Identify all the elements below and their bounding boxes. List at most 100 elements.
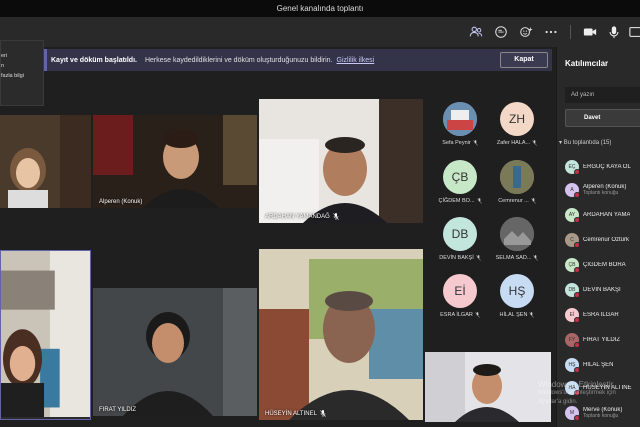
video-tile[interactable] [0,250,91,420]
tile-name: HÜSEYİN ALTINEL [265,410,326,417]
video-tile[interactable] [0,115,91,208]
gallery-participant[interactable]: SELMA SAD... [489,217,545,273]
muted-mic-icon [320,410,326,417]
avatar: Eİ [565,308,580,323]
invite-button[interactable]: Davet [565,109,640,127]
info-line: eri [1,53,8,59]
mic-icon[interactable] [606,24,622,40]
participant-role: Toplantı konuğu [583,413,619,419]
avatar: DB [443,217,477,251]
gallery-name: Cemrenur ... [498,198,529,204]
avatar: DB [565,283,580,298]
participant-row[interactable]: EÇ ERGÜÇ KAYA ÖL [565,157,640,177]
gallery-participant[interactable]: ÇB ÇİĞDEM BO... [432,160,488,216]
participant-row[interactable]: Eİ ESRA İLGAR [565,305,640,325]
window-title: Genel kanalında toplantı [0,0,640,17]
avatar: Eİ [443,274,477,308]
gallery-name: ESRA İLGAR [440,312,473,318]
avatar [443,102,477,136]
avatar: C [565,233,580,248]
participant-row[interactable]: C Cemrenur Öztürk [565,230,640,250]
participant-name: ERGÜÇ KAYA ÖL [583,164,631,170]
camera-icon[interactable] [582,24,598,40]
activation-watermark: Windows'u Etkinleştir Windows'u etkinleş… [538,380,640,407]
avatar [500,217,534,251]
gallery-name: DEVİN BAKŞİ [439,255,474,261]
participant-name: ARDAHAN YAMA [583,212,631,218]
reactions-icon[interactable] [518,24,534,40]
watermark-line: Windows'u Etkinleştir [538,380,614,389]
muted-mic-icon [531,198,536,204]
gallery-participant[interactable]: Sefa Peynir [432,102,488,158]
participant-name: Cemrenur Öztürk [583,237,630,243]
participant-row[interactable]: AY ARDAHAN YAMA [565,205,640,225]
recording-banner: Kayıt ve döküm başlatıldı. Herkese kayde… [44,49,552,71]
video-tile[interactable] [425,352,551,422]
tile-name: ARDAHAN YAMANDAĞ [265,213,339,220]
in-meeting-section[interactable]: ▾ Bu toplantıda (15) [559,139,611,146]
gallery-name: ÇİĞDEM BO... [438,198,475,204]
video-feed [93,288,257,416]
avatar: HŞ [565,358,580,373]
avatar: ÇB [443,160,477,194]
participant-name: FIRAT YILDIZ [583,337,621,343]
participant-row[interactable]: ÇB ÇİĞDEM BORA [565,255,640,275]
toolbar-divider [570,25,571,39]
participant-row[interactable]: DB DEVİN BAKŞİ [565,280,640,300]
tile-name-text: HÜSEYİN ALTINEL [265,410,317,417]
avatar: A [565,183,580,198]
share-icon[interactable] [628,24,640,40]
muted-mic-icon [475,255,481,261]
gallery-participant[interactable]: ZH Zafer HALA... [489,102,545,158]
participant-search-input[interactable]: Ad yazın [565,87,640,103]
gallery-name: HİLAL ŞEN [499,312,528,318]
video-feed [0,115,91,208]
muted-mic-icon [529,312,535,318]
video-tile[interactable]: Alperen (Konuk) [93,115,257,208]
banner-title: Kayıt ve döküm başlatıldı. [51,56,137,64]
video-tile[interactable]: ARDAHAN YAMANDAĞ [259,99,423,223]
people-icon[interactable] [468,24,484,40]
gallery-name: SELMA SAD... [495,255,532,261]
panel-title: Katılımcılar [565,59,609,68]
avatar: EÇ [565,160,580,175]
video-feed [259,99,423,223]
info-line: n [1,63,5,69]
meeting-toolbar [0,17,640,47]
avatar: FY [565,333,580,348]
avatar: M [565,406,580,421]
chat-icon[interactable] [493,24,509,40]
muted-mic-icon [532,140,537,146]
info-link[interactable]: fazla bilgi [1,73,43,79]
gallery-participant[interactable]: Cemrenur ... [489,160,545,216]
privacy-link[interactable]: Gizlilik ilkesi [337,57,375,64]
participant-row[interactable]: FY FIRAT YILDIZ [565,330,640,350]
avatar: ZH [500,102,534,136]
close-banner-button[interactable]: Kapat [500,52,548,68]
muted-mic-icon [533,255,539,261]
avatar: HŞ [500,274,534,308]
banner-text: Herkese kaydedildiklerini ve döküm oluşt… [144,56,333,64]
avatar: ÇB [565,258,580,273]
participant-name: DEVİN BAKŞİ [583,287,621,293]
tile-name: Alperen (Konuk) [99,199,143,205]
gallery-participant[interactable]: DB DEVİN BAKŞİ [432,217,488,273]
avatar [500,160,534,194]
video-feed [259,249,423,420]
video-feed [425,352,551,422]
participants-panel: Katılımcılar Ad yazın Davet ▾ Bu toplant… [556,47,640,427]
more-icon[interactable] [543,24,559,40]
gallery-participant[interactable]: Eİ ESRA İLGAR [432,274,488,330]
tile-name-text: ARDAHAN YAMANDAĞ [265,213,330,220]
muted-mic-icon [475,312,480,318]
section-label: Bu toplantıda (15) [563,140,612,146]
video-feed [93,115,257,208]
watermark-line: Windows'u etkinleştirmek için Ayarlar'a … [538,390,616,405]
gallery-participant[interactable]: HŞ HİLAL ŞEN [489,274,545,330]
muted-mic-icon [333,213,339,220]
participant-row[interactable]: A Alperen (Konuk) Toplantı konuğu [565,180,640,200]
muted-mic-icon [472,140,478,146]
video-tile[interactable]: FIRAT YILDIZ [93,288,257,416]
participant-row[interactable]: HŞ HİLAL ŞEN [565,355,640,375]
video-tile[interactable]: HÜSEYİN ALTINEL [259,249,423,420]
